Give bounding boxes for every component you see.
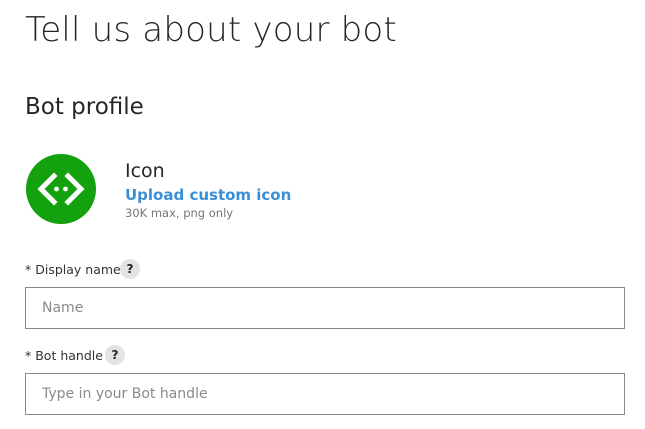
display-name-help-icon[interactable]: ? bbox=[120, 259, 140, 279]
icon-label: Icon bbox=[125, 160, 165, 182]
bot-avatar bbox=[26, 154, 96, 224]
section-title-bot-profile: Bot profile bbox=[25, 94, 144, 120]
upload-hint: 30K max, png only bbox=[125, 206, 234, 220]
bot-handle-label: * Bot handle bbox=[25, 348, 103, 363]
page-title: Tell us about your bot bbox=[25, 10, 397, 50]
bot-registration-page: Tell us about your bot Bot profile Icon … bbox=[0, 0, 645, 429]
upload-custom-icon-link[interactable]: Upload custom icon bbox=[125, 186, 291, 204]
bot-handle-input[interactable] bbox=[25, 373, 625, 415]
display-name-input[interactable] bbox=[25, 287, 625, 329]
bot-handle-help-icon[interactable]: ? bbox=[105, 345, 125, 365]
code-brackets-icon bbox=[37, 172, 85, 206]
display-name-label: * Display name bbox=[25, 262, 121, 277]
